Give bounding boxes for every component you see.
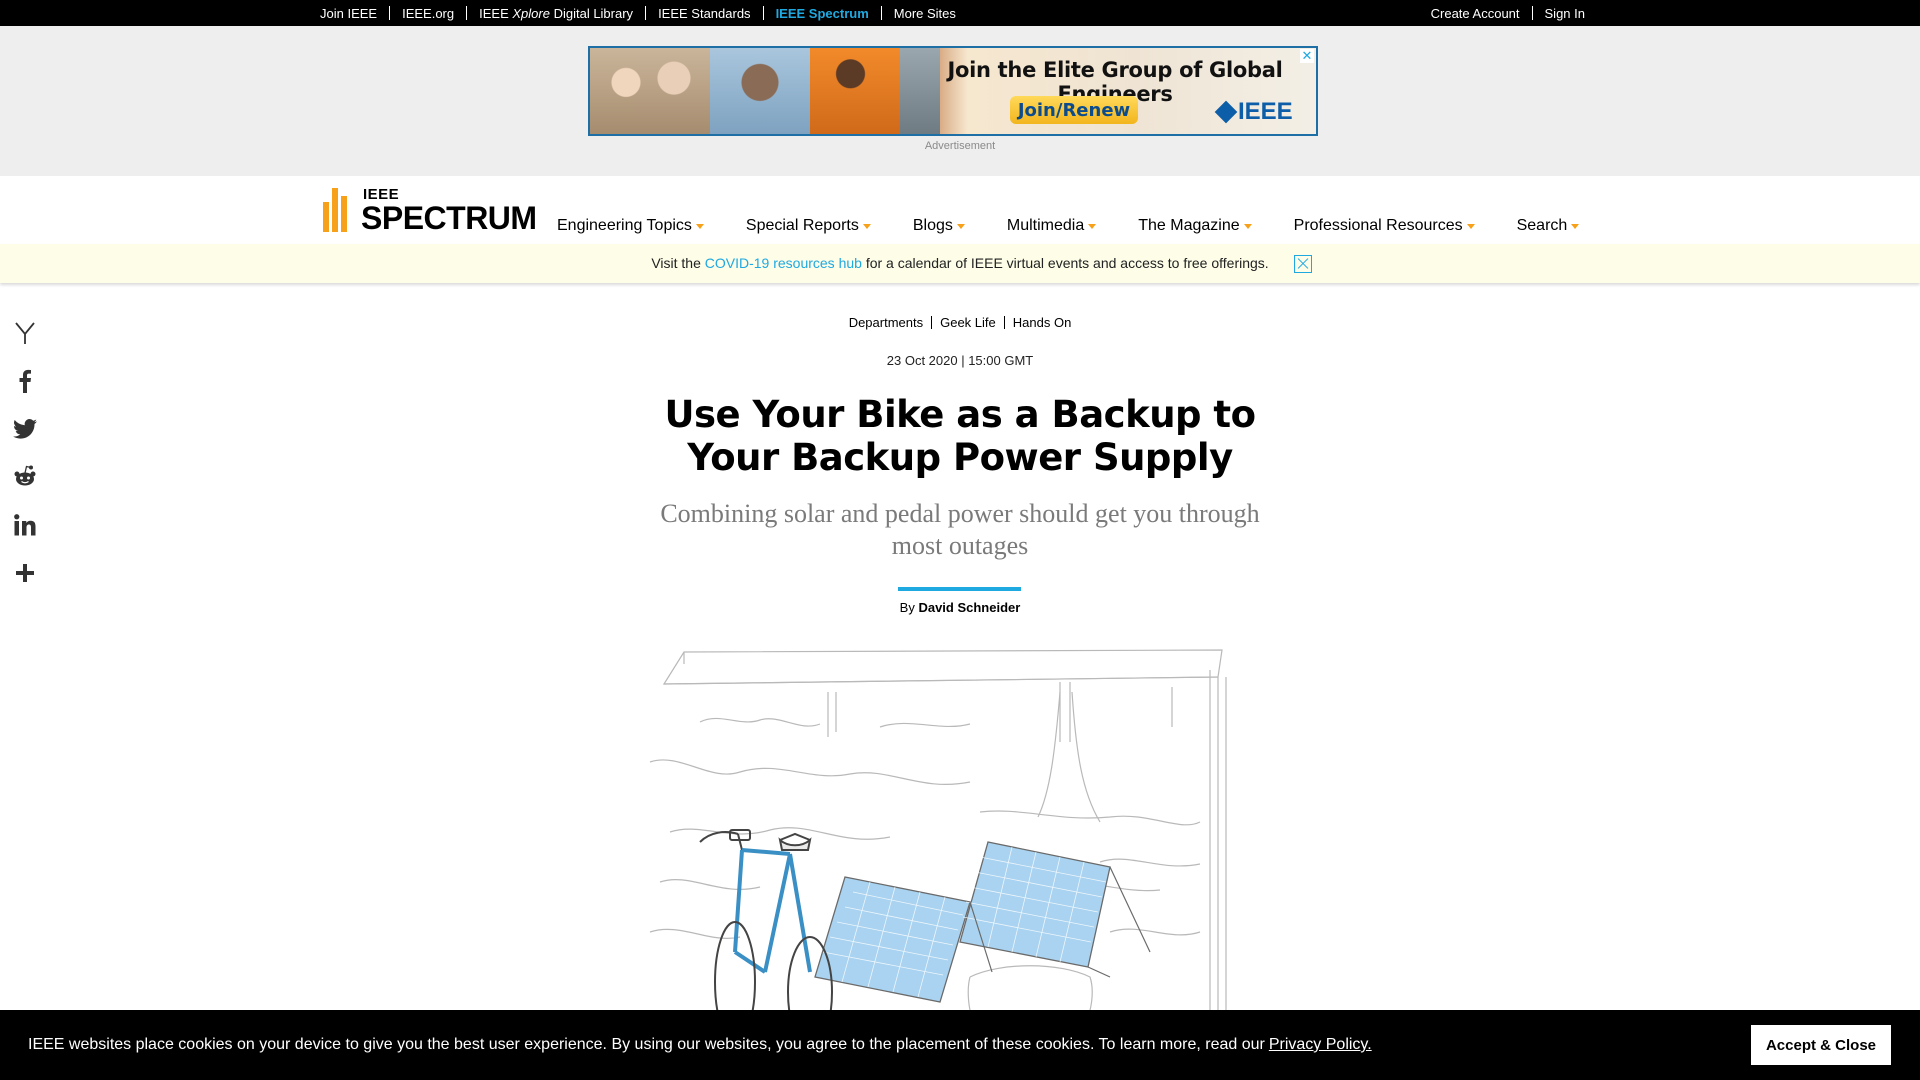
cookie-text: IEEE websites place cookies on your devi…: [28, 1036, 1265, 1053]
caret-down-icon: [1088, 223, 1097, 229]
divider: [645, 6, 647, 20]
ieee-spectrum-link[interactable]: IEEE Spectrum: [776, 6, 869, 21]
nav-menu: Engineering Topics Special Reports Blogs…: [557, 216, 1580, 236]
covid-prefix: Visit the: [651, 255, 701, 271]
more-share-icon[interactable]: [12, 560, 38, 586]
nav-label: The Magazine: [1138, 217, 1240, 234]
xplore-italic: Xplore: [512, 5, 550, 21]
divider: [880, 6, 882, 20]
privacy-policy-link[interactable]: Privacy Policy.: [1269, 1036, 1372, 1053]
byline-rule: [898, 587, 1021, 591]
main-nav: IEEE SPECTRUM Engineering Topics Special…: [0, 176, 1920, 244]
nav-professional-resources[interactable]: Professional Resources: [1294, 217, 1475, 235]
nav-label: Search: [1516, 217, 1568, 234]
byline-prefix: By: [899, 600, 915, 615]
divider: [466, 6, 468, 20]
nav-label: Special Reports: [745, 217, 859, 234]
logo-bars-icon: [323, 188, 353, 232]
ieee-standards-link[interactable]: IEEE Standards: [658, 6, 751, 21]
ad-close-icon[interactable]: ✕: [1300, 49, 1314, 63]
xplore-prefix: IEEE: [479, 5, 509, 21]
logo-bar: [341, 196, 347, 232]
ad-photo: [810, 48, 900, 134]
nav-the-magazine[interactable]: The Magazine: [1138, 217, 1252, 235]
divider: [1531, 6, 1533, 20]
create-account-link[interactable]: Create Account: [1431, 6, 1520, 21]
nav-label: Blogs: [912, 217, 953, 234]
divider: [1003, 316, 1005, 329]
article-subtitle: Combining solar and pedal power should g…: [660, 499, 1260, 560]
reddit-icon[interactable]: [12, 463, 38, 489]
article-date: 23 Oct 2020 | 15:00 GMT: [886, 353, 1034, 368]
divider: [931, 316, 933, 329]
accept-close-button[interactable]: Accept & Close: [1751, 1025, 1891, 1065]
ieee-diamond-icon: [1214, 100, 1238, 124]
ad-label: Advertisement: [924, 140, 996, 152]
covid-notice-bar: Visit the COVID-19 resources hub for a c…: [0, 244, 1920, 283]
nav-special-reports[interactable]: Special Reports: [746, 217, 871, 235]
ad-photo: [590, 48, 710, 134]
ad-banner[interactable]: Join the Elite Group of Global Engineers…: [588, 46, 1318, 136]
breadcrumb: Departments Geek Life Hands On: [0, 315, 1920, 330]
covid-resources-link[interactable]: COVID-19 resources hub: [705, 255, 862, 271]
nav-engineering-topics[interactable]: Engineering Topics: [557, 217, 704, 235]
divider: [762, 6, 764, 20]
close-icon[interactable]: [1294, 255, 1312, 273]
nav-label: Multimedia: [1006, 217, 1085, 234]
ad-photo: [710, 48, 810, 134]
byline: By David Schneider: [0, 600, 1920, 615]
ieee-org-link[interactable]: IEEE.org: [402, 6, 454, 21]
nav-search[interactable]: Search: [1517, 217, 1580, 235]
nav-blogs[interactable]: Blogs: [913, 217, 965, 235]
utility-links: Join IEEE IEEE.org IEEE Xplore Digital L…: [320, 0, 956, 26]
divider: [389, 6, 391, 20]
sign-in-link[interactable]: Sign In: [1545, 6, 1585, 21]
nav-label: Professional Resources: [1293, 217, 1463, 234]
logo-spectrum-text: SPECTRUM: [361, 200, 537, 236]
utility-bar: Join IEEE IEEE.org IEEE Xplore Digital L…: [0, 0, 1920, 26]
spectrum-logo[interactable]: IEEE SPECTRUM: [323, 186, 537, 236]
logo-bar: [332, 188, 338, 232]
caret-down-icon: [695, 223, 704, 229]
cookie-banner: IEEE websites place cookies on your devi…: [0, 1010, 1920, 1080]
author-link[interactable]: David Schneider: [918, 600, 1020, 615]
covid-message: Visit the COVID-19 resources hub for a c…: [0, 255, 1920, 271]
ieee-ad-logo: IEEE: [1214, 98, 1293, 126]
xplore-link[interactable]: IEEE Xplore Digital Library: [479, 6, 633, 21]
facebook-icon[interactable]: [12, 368, 38, 394]
join-ieee-link[interactable]: Join IEEE: [320, 6, 377, 21]
caret-down-icon: [1243, 223, 1252, 229]
nav-multimedia[interactable]: Multimedia: [1006, 217, 1097, 235]
join-renew-button[interactable]: Join/Renew: [1010, 96, 1138, 124]
logo-bar: [323, 202, 329, 232]
crumb-hands-on[interactable]: Hands On: [1013, 315, 1072, 330]
crumb-geek-life[interactable]: Geek Life: [940, 315, 996, 330]
caret-down-icon: [1466, 223, 1475, 229]
account-links: Create Account Sign In: [1431, 0, 1585, 26]
nav-label: Engineering Topics: [557, 217, 692, 234]
more-sites-link[interactable]: More Sites: [894, 6, 956, 21]
article-title: Use Your Bike as a Backup to Your Backup…: [664, 393, 1256, 479]
caret-down-icon: [862, 223, 871, 229]
linkedin-icon[interactable]: [12, 512, 38, 538]
ad-logo-text: IEEE: [1238, 98, 1293, 125]
twitter-icon[interactable]: [12, 416, 38, 442]
cookie-message: IEEE websites place cookies on your devi…: [28, 1036, 1372, 1054]
caret-down-icon: [1571, 223, 1580, 229]
ad-region: Join the Elite Group of Global Engineers…: [0, 26, 1920, 176]
crumb-departments[interactable]: Departments: [849, 315, 923, 330]
caret-down-icon: [956, 223, 965, 229]
covid-suffix: for a calendar of IEEE virtual events an…: [865, 255, 1269, 271]
xplore-suffix: Digital Library: [553, 5, 634, 21]
article-illustration: [649, 649, 1227, 1010]
